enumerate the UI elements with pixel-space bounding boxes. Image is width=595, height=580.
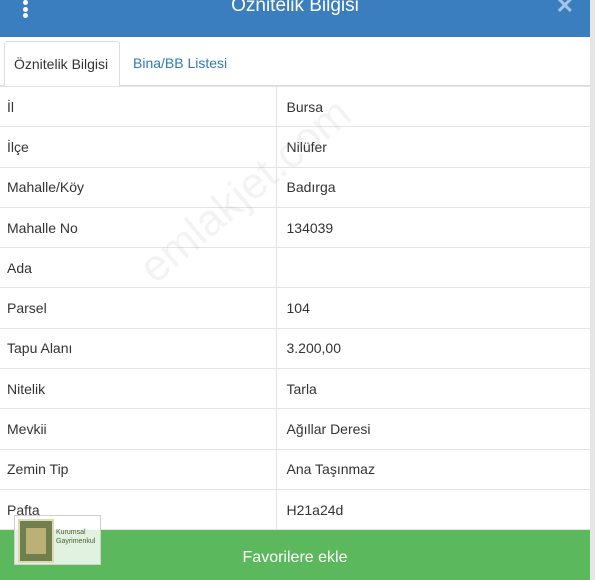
attribute-value: Tarla bbox=[275, 368, 590, 410]
attribute-value: 104 bbox=[275, 287, 590, 329]
attribute-key: Mahalle No bbox=[0, 206, 276, 249]
attribute-value bbox=[275, 247, 590, 289]
table-row: Mahalle/Köy Badırga bbox=[0, 166, 590, 208]
attribute-key: İlçe bbox=[0, 126, 276, 168]
attribute-key: Tapu Alanı bbox=[0, 327, 276, 370]
table-row: Zemin Tip Ana Taşınmaz bbox=[0, 448, 590, 490]
tab-bar: Öznitelik Bilgisi Bina/BB Listesi bbox=[0, 37, 590, 87]
table-row: Mevkii Ağıllar Deresi bbox=[0, 408, 590, 450]
table-row: Tapu Alanı 3.200,00 bbox=[0, 327, 590, 370]
tab-attribute-info[interactable]: Öznitelik Bilgisi bbox=[4, 41, 120, 87]
attribute-value: H21a24d bbox=[275, 488, 590, 531]
attribute-key: Mevkii bbox=[0, 408, 276, 450]
dialog-header: Öznitelik Bilgisi ✕ bbox=[0, 0, 590, 37]
attribute-key: Zemin Tip bbox=[0, 448, 276, 490]
attribute-key: Parsel bbox=[0, 287, 276, 329]
attribute-key: Mahalle/Köy bbox=[0, 166, 276, 208]
attribute-value: 3.200,00 bbox=[275, 327, 590, 370]
attribute-value: Ağıllar Deresi bbox=[275, 408, 590, 450]
attribute-value: Ana Taşınmaz bbox=[275, 448, 590, 490]
table-row: Mahalle No 134039 bbox=[0, 206, 590, 249]
attribute-key: İl bbox=[0, 85, 276, 128]
table-row: Nitelik Tarla bbox=[0, 368, 590, 410]
attribute-dialog: Öznitelik Bilgisi ✕ Öznitelik Bilgisi Bi… bbox=[0, 0, 595, 580]
attribute-value: 134039 bbox=[275, 206, 590, 249]
table-row: İlçe Nilüfer bbox=[0, 126, 590, 168]
table-row: Ada bbox=[0, 247, 590, 289]
attribute-key: Nitelik bbox=[0, 368, 276, 410]
attribute-value: Badırga bbox=[275, 166, 590, 208]
table-row: İl Bursa bbox=[0, 85, 590, 128]
attribute-value: Nilüfer bbox=[275, 126, 590, 168]
attribute-table: İl Bursa İlçe Nilüfer Mahalle/Köy Badırga M… bbox=[0, 85, 590, 531]
logo: Kurumsal Gayrimenkul bbox=[14, 515, 101, 565]
right-edge bbox=[590, 0, 595, 580]
logo-mark-icon bbox=[18, 519, 54, 563]
tab-building-list[interactable]: Bina/BB Listesi bbox=[124, 41, 236, 86]
logo-text: Kurumsal Gayrimenkul bbox=[56, 529, 96, 545]
table-row: Parsel 104 bbox=[0, 287, 590, 329]
dialog-title: Öznitelik Bilgisi bbox=[231, 0, 359, 16]
attribute-value: Bursa bbox=[275, 85, 590, 128]
close-icon[interactable]: ✕ bbox=[556, 0, 574, 21]
attribute-key: Ada bbox=[0, 247, 276, 289]
